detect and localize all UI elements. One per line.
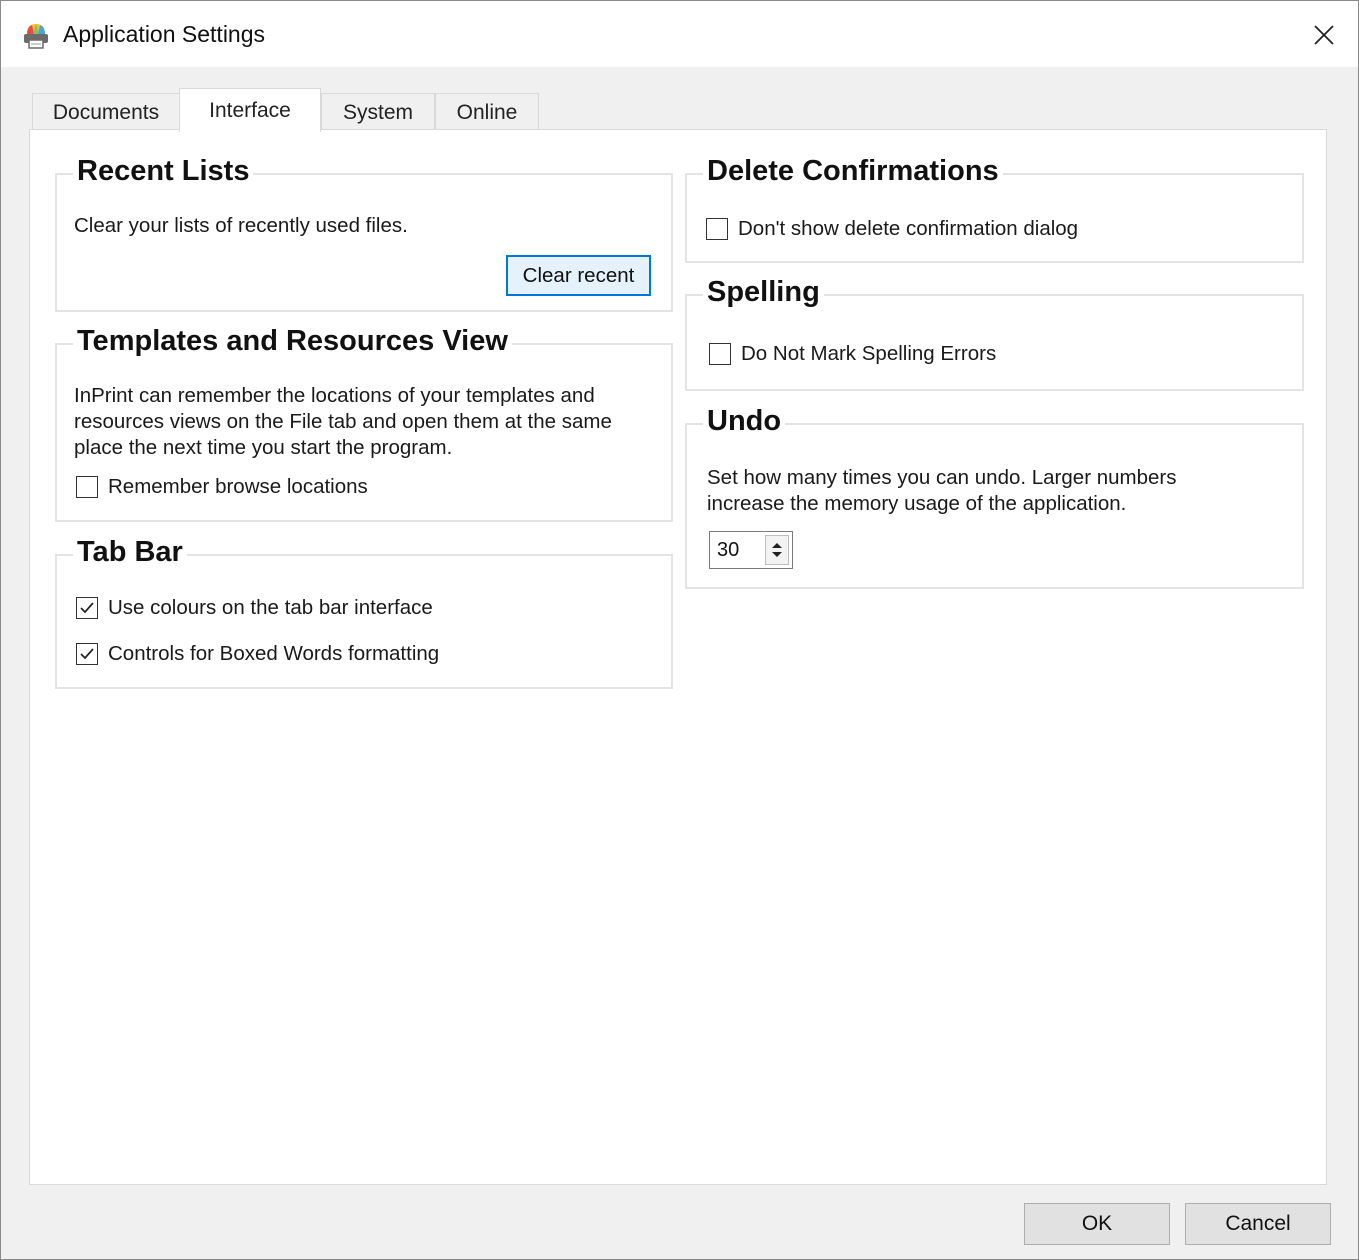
settings-dialog: Application Settings Documents Interface…	[0, 0, 1359, 1260]
close-icon	[1314, 25, 1334, 45]
group-title-templates-view: Templates and Resources View	[73, 325, 512, 358]
recent-lists-group: Recent Lists Clear your lists of recentl…	[55, 155, 673, 312]
checkbox-box	[76, 597, 98, 619]
boxed-words-controls-checkbox[interactable]: Controls for Boxed Words formatting	[76, 642, 439, 666]
title-bar: Application Settings	[1, 1, 1358, 67]
group-title-spelling: Spelling	[703, 276, 824, 309]
undo-description: Set how many times you can undo. Larger …	[707, 465, 1176, 517]
no-spelling-errors-checkbox[interactable]: Do Not Mark Spelling Errors	[709, 342, 996, 366]
undo-group: Undo Set how many times you can undo. La…	[685, 405, 1304, 589]
tab-documents[interactable]: Documents	[32, 93, 180, 131]
window-title: Application Settings	[63, 21, 266, 47]
checkmark-icon	[80, 602, 94, 614]
undo-count-value[interactable]: 30	[717, 539, 739, 562]
checkmark-icon	[80, 648, 94, 660]
description-line: increase the memory usage of the applica…	[707, 492, 1127, 515]
tab-bar-group: Tab Bar Use colours on the tab bar inter…	[55, 536, 673, 689]
close-button[interactable]	[1302, 15, 1346, 55]
tab-system[interactable]: System	[321, 93, 435, 131]
templates-view-group: Templates and Resources View InPrint can…	[55, 325, 673, 522]
tab-online[interactable]: Online	[435, 93, 539, 131]
checkbox-box	[76, 643, 98, 665]
description-line: resources views on the File tab and open…	[74, 410, 612, 433]
tab-interface[interactable]: Interface	[179, 88, 321, 132]
clear-recent-button[interactable]: Clear recent	[506, 255, 651, 296]
stepper-up-down-icon	[772, 543, 782, 557]
stepper-arrows[interactable]	[765, 535, 789, 565]
checkbox-box	[76, 476, 98, 498]
checkbox-label: Remember browse locations	[108, 475, 368, 498]
group-title-recent-lists: Recent Lists	[73, 155, 254, 188]
checkbox-label: Controls for Boxed Words formatting	[108, 642, 440, 665]
checkbox-box	[709, 343, 731, 365]
use-colours-checkbox[interactable]: Use colours on the tab bar interface	[76, 596, 433, 620]
group-title-tab-bar: Tab Bar	[73, 536, 187, 569]
spelling-group: Spelling Do Not Mark Spelling Errors	[685, 276, 1304, 391]
checkbox-label: Use colours on the tab bar interface	[108, 596, 433, 619]
group-title-delete-confirmations: Delete Confirmations	[703, 155, 1003, 188]
group-title-undo: Undo	[703, 405, 786, 438]
ok-button[interactable]: OK	[1024, 1203, 1170, 1245]
interface-tab-panel: Recent Lists Clear your lists of recentl…	[29, 129, 1327, 1185]
undo-count-stepper[interactable]: 30	[709, 531, 793, 569]
checkbox-label: Don't show delete confirmation dialog	[738, 217, 1079, 240]
remember-browse-locations-checkbox[interactable]: Remember browse locations	[76, 475, 368, 499]
recent-lists-description: Clear your lists of recently used files.	[74, 214, 408, 237]
delete-confirmations-group: Delete Confirmations Don't show delete c…	[685, 155, 1304, 263]
description-line: place the next time you start the progra…	[74, 436, 453, 459]
cancel-button[interactable]: Cancel	[1185, 1203, 1331, 1245]
checkbox-label: Do Not Mark Spelling Errors	[741, 342, 997, 365]
inprint-printer-icon	[24, 24, 48, 49]
description-line: InPrint can remember the locations of yo…	[74, 384, 595, 407]
no-delete-confirmation-checkbox[interactable]: Don't show delete confirmation dialog	[706, 217, 1078, 241]
templates-view-description: InPrint can remember the locations of yo…	[74, 383, 612, 461]
checkbox-box	[706, 218, 728, 240]
description-line: Set how many times you can undo. Larger …	[707, 466, 1177, 489]
